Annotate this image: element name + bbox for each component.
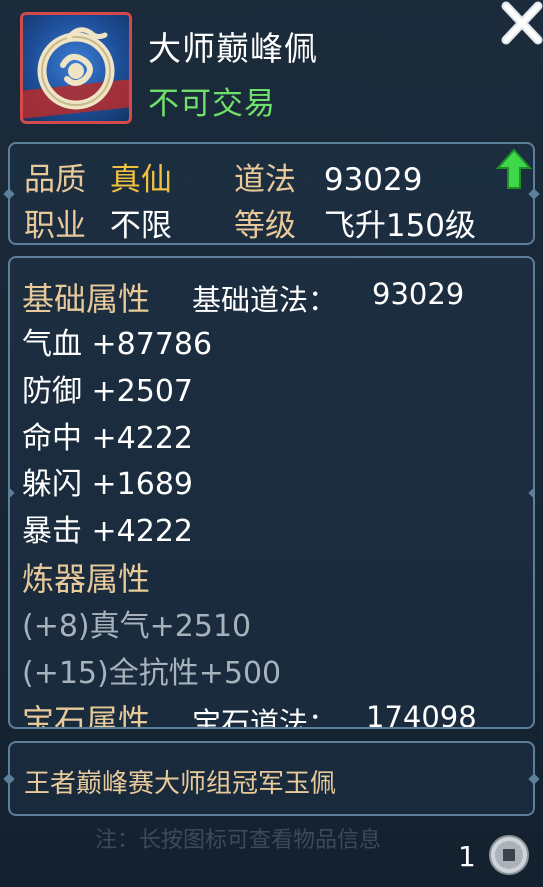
level-value: 飞升150级 xyxy=(323,208,477,244)
dao-row: 道法 93029 xyxy=(234,154,422,199)
close-icon[interactable] xyxy=(498,0,543,48)
jade-pendant-icon xyxy=(37,27,115,110)
gem-dao-label: 宝石道法： xyxy=(192,706,338,729)
item-count: 1 xyxy=(458,840,476,873)
trade-status: 不可交易 xyxy=(148,86,276,122)
base-dao-label: 基础道法： xyxy=(192,283,338,317)
level-label: 等级 xyxy=(234,208,296,244)
refine-attr-title: 炼器属性 xyxy=(22,560,151,598)
item-icon[interactable] xyxy=(20,12,132,124)
stat-line: 躲闪 +1689 xyxy=(22,467,194,502)
refine-stat-line: (+15)全抗性+500 xyxy=(22,656,282,691)
attributes-box: 基础属性 基础道法： 93029 气血 +87786 防御 +2507 命中 +… xyxy=(8,256,535,729)
class-label: 职业 xyxy=(24,208,86,244)
green-up-arrow-icon xyxy=(495,148,533,189)
stat-line: 命中 +4222 xyxy=(22,421,194,456)
gem-attr-title: 宝石属性 xyxy=(22,702,151,729)
item-description: 王者巅峰赛大师组冠军玉佩 xyxy=(24,769,337,799)
item-header: 大师巅峰佩 不可交易 xyxy=(0,0,543,135)
stat-line: 气血 +87786 xyxy=(22,327,213,362)
refine-stat-line: (+8)真气+2510 xyxy=(22,609,252,644)
base-attr-title: 基础属性 xyxy=(22,280,151,318)
coin-icon xyxy=(489,835,529,875)
quality-row: 品质 真仙 xyxy=(24,154,172,199)
basic-info-box: 品质 真仙 道法 93029 职业 不限 等级 飞升150级 xyxy=(8,142,535,245)
dao-value: 93029 xyxy=(323,162,423,198)
quality-label: 品质 xyxy=(24,162,86,198)
stat-line: 防御 +2507 xyxy=(22,374,194,409)
item-tooltip-panel: 大师巅峰佩 不可交易 品质 真仙 道法 93029 职业 不限 等级 飞升150… xyxy=(0,0,543,887)
dao-label: 道法 xyxy=(234,162,296,198)
item-name: 大师巅峰佩 xyxy=(148,29,318,68)
hint-note: 注：长按图标可查看物品信息 xyxy=(95,828,382,853)
class-row: 职业 不限 xyxy=(24,200,172,245)
quality-value: 真仙 xyxy=(109,162,172,198)
description-box: 王者巅峰赛大师组冠军玉佩 xyxy=(8,741,535,816)
stat-line: 暴击 +4222 xyxy=(22,514,194,549)
level-row: 等级 飞升150级 xyxy=(234,200,476,245)
gem-dao-value: 174098 xyxy=(366,700,477,729)
class-value: 不限 xyxy=(109,208,172,244)
base-dao-value: 93029 xyxy=(372,277,465,311)
